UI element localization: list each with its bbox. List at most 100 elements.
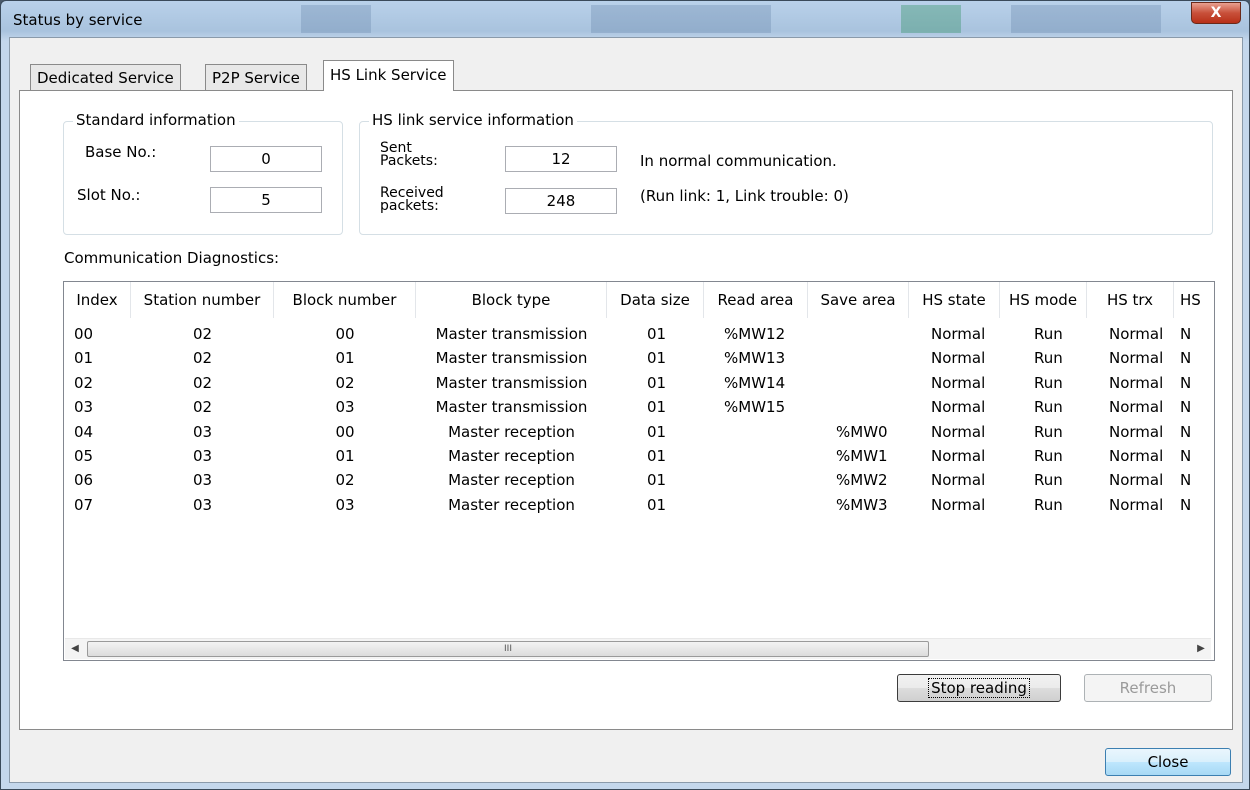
refresh-button[interactable]: Refresh <box>1084 674 1212 702</box>
stop-reading-button[interactable]: Stop reading <box>897 674 1061 702</box>
cell-data-size: 01 <box>647 325 667 343</box>
cell-station-number: 02 <box>192 373 213 392</box>
cell-read-area <box>704 493 808 517</box>
table-row[interactable]: 03 02 03 Master transmission 01 %MW15 Normal Ru… <box>64 395 1214 419</box>
received-packets-field[interactable]: 248 <box>505 188 617 214</box>
cell-data-size: 01 <box>647 422 667 441</box>
cell-hs-state: Normal <box>931 398 986 417</box>
slot-no-field[interactable]: 5 <box>210 187 322 213</box>
base-no-field[interactable]: 0 <box>210 146 322 172</box>
cell-station-number: 03 <box>192 495 213 514</box>
scroll-left-arrow-icon[interactable]: ◀ <box>65 639 85 659</box>
cell-hs-more: N <box>1180 422 1192 441</box>
status-window: Status by service X Dedicated Service P2… <box>0 0 1250 790</box>
diagnostics-header: Index Station number Block number Block … <box>64 282 1214 318</box>
cell-index: 02 <box>74 373 94 392</box>
cell-data-size: 01 <box>647 398 667 417</box>
column-header-hs-more[interactable]: HS <box>1174 282 1214 318</box>
column-header-save-area[interactable]: Save area <box>808 282 909 318</box>
cell-hs-state: Normal <box>931 471 986 490</box>
window-close-icon[interactable]: X <box>1191 2 1241 24</box>
standard-information-title: Standard information <box>73 111 239 129</box>
cell-data-size: 01 <box>647 471 667 490</box>
scroll-thumb[interactable]: III <box>87 641 929 657</box>
hs-link-panel: Standard information Base No.: 0 Slot No… <box>19 90 1233 730</box>
cell-station-number: 02 <box>192 349 213 368</box>
cell-hs-more: N <box>1180 471 1192 490</box>
cell-block-type: Master reception <box>448 471 575 490</box>
cell-data-size: 01 <box>647 495 667 514</box>
column-header-block-number[interactable]: Block number <box>274 282 416 318</box>
received-packets-label-line2: packets: <box>380 198 439 214</box>
window-title: Status by service <box>13 11 143 29</box>
cell-data-size: 01 <box>647 373 667 392</box>
table-row[interactable]: 04 03 00 Master reception 01 %MW0 Normal Run Nor… <box>64 420 1214 444</box>
cell-hs-trx: Normal <box>1109 325 1164 343</box>
diagnostics-list[interactable]: Index Station number Block number Block … <box>63 281 1215 661</box>
title-decoration <box>591 5 771 33</box>
column-header-block-type[interactable]: Block type <box>416 282 607 318</box>
cell-block-type: Master transmission <box>435 373 588 392</box>
cell-hs-mode: Run <box>1034 422 1063 441</box>
cell-station-number: 03 <box>192 447 213 465</box>
dialog-client: Dedicated Service P2P Service HS Link Se… <box>9 37 1243 783</box>
column-header-hs-state[interactable]: HS state <box>909 282 1000 318</box>
sent-packets-field[interactable]: 12 <box>505 146 617 172</box>
cell-index: 07 <box>74 495 94 514</box>
cell-hs-trx: Normal <box>1109 349 1164 368</box>
cell-hs-more: N <box>1180 495 1192 514</box>
cell-hs-more: N <box>1180 373 1192 392</box>
tab-hs-link-service[interactable]: HS Link Service <box>323 60 454 91</box>
cell-station-number: 02 <box>192 325 213 343</box>
cell-hs-mode: Run <box>1034 447 1063 465</box>
slot-no-label: Slot No.: <box>77 186 141 204</box>
tab-p2p-service[interactable]: P2P Service <box>205 64 307 90</box>
title-decoration <box>901 5 961 33</box>
cell-block-number: 03 <box>335 495 355 514</box>
cell-index: 04 <box>74 422 94 441</box>
cell-hs-trx: Normal <box>1109 398 1164 417</box>
cell-hs-trx: Normal <box>1109 471 1164 490</box>
column-header-index[interactable]: Index <box>64 282 131 318</box>
cell-index: 05 <box>74 447 94 465</box>
table-row[interactable]: 01 02 01 Master transmission 01 %MW13 Normal Ru… <box>64 346 1214 370</box>
cell-block-number: 01 <box>335 349 355 368</box>
scroll-right-arrow-icon[interactable]: ▶ <box>1191 639 1211 659</box>
cell-block-number: 00 <box>335 325 355 343</box>
cell-block-type: Master reception <box>448 447 575 465</box>
cell-read-area: %MW12 <box>724 325 786 343</box>
column-header-data-size[interactable]: Data size <box>607 282 704 318</box>
close-button[interactable]: Close <box>1105 748 1231 776</box>
cell-hs-more: N <box>1180 325 1192 343</box>
cell-save-area <box>808 371 909 395</box>
cell-hs-mode: Run <box>1034 471 1063 490</box>
cell-save-area: %MW1 <box>836 447 888 465</box>
column-header-hs-trx[interactable]: HS trx <box>1087 282 1174 318</box>
title-decoration <box>301 5 371 33</box>
table-row[interactable]: 02 02 02 Master transmission 01 %MW14 Normal Ru… <box>64 371 1214 395</box>
cell-save-area <box>808 395 909 419</box>
cell-block-number: 00 <box>335 422 355 441</box>
cell-save-area: %MW3 <box>836 495 888 514</box>
cell-hs-more: N <box>1180 349 1192 368</box>
horizontal-scrollbar[interactable]: ◀ III ▶ <box>65 638 1211 659</box>
table-row[interactable]: 06 03 02 Master reception 01 %MW2 Normal Run Nor… <box>64 468 1214 492</box>
cell-hs-trx: Normal <box>1109 495 1164 514</box>
cell-hs-trx: Normal <box>1109 447 1164 465</box>
column-header-hs-mode[interactable]: HS mode <box>1000 282 1087 318</box>
table-row[interactable]: 00 02 00 Master transmission 01 %MW12 Normal Ru… <box>64 322 1214 346</box>
cell-hs-state: Normal <box>931 447 986 465</box>
table-row[interactable]: 07 03 03 Master reception 01 %MW3 Normal Run Nor… <box>64 493 1214 517</box>
cell-hs-mode: Run <box>1034 325 1063 343</box>
stop-reading-label: Stop reading <box>928 678 1030 698</box>
cell-block-type: Master reception <box>448 495 575 514</box>
title-bar[interactable]: Status by service X <box>1 1 1249 37</box>
column-header-read-area[interactable]: Read area <box>704 282 808 318</box>
table-row[interactable]: 05 03 01 Master reception 01 %MW1 Normal Run Nor… <box>64 444 1214 468</box>
cell-data-size: 01 <box>647 447 667 465</box>
column-header-station-number[interactable]: Station number <box>131 282 274 318</box>
communication-diagnostics-label: Communication Diagnostics: <box>64 249 280 267</box>
cell-index: 03 <box>74 398 94 417</box>
tab-dedicated-service[interactable]: Dedicated Service <box>30 64 181 90</box>
cell-hs-trx: Normal <box>1109 422 1164 441</box>
